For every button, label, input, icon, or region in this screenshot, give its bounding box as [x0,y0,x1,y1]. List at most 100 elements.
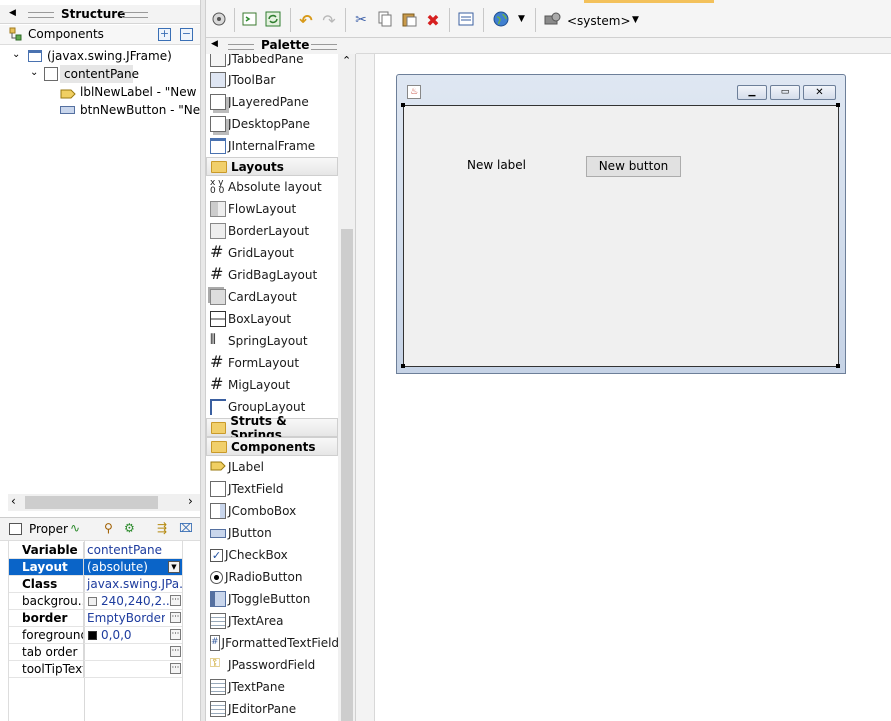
prop-row-tooltip[interactable]: toolTipText ··· [9,661,182,678]
prop-value[interactable]: contentPane [85,542,182,559]
tree-label-node[interactable]: lblNewLabel - "New la [80,85,200,99]
look-and-feel-label[interactable]: <system> [567,14,631,28]
palette-item-borderlayout[interactable]: BorderLayout [206,220,338,242]
palette-item-jcheckbox[interactable]: ✓ JCheckBox [206,544,338,566]
tree-hscrollbar[interactable]: ‹ › [8,494,200,511]
palette-item-jtextpane[interactable]: JTextPane [206,676,338,698]
prop-value[interactable]: 0,0,0 [99,627,169,644]
show-advanced-icon[interactable]: ⚙ [124,521,135,535]
ellipsis-button[interactable]: ··· [170,612,181,623]
dropdown-arrow-icon[interactable]: ▼ [168,561,180,573]
scroll-right-icon[interactable]: › [188,494,193,508]
palette-item-jtoolbar[interactable]: JToolBar [206,69,338,91]
prop-row-tab-order[interactable]: tab order ··· [9,644,182,661]
prop-row-layout[interactable]: Layout (absolute) ▼ [9,559,182,576]
palette-item-jtogglebutton[interactable]: JToggleButton [206,588,338,610]
palette-item-jbutton[interactable]: JButton [206,522,338,544]
palette-item-boxlayout[interactable]: BoxLayout [206,308,338,330]
scrollbar-thumb[interactable] [341,229,353,721]
chevron-down-icon[interactable]: ▼ [632,15,639,25]
content-pane[interactable]: New label New button [403,105,839,367]
convert-local-icon[interactable]: ⇶ [157,521,167,535]
palette-item-jcombobox[interactable]: JComboBox [206,500,338,522]
copy-button[interactable] [374,9,396,31]
prop-value[interactable]: EmptyBorder [85,610,165,627]
tree-content-pane[interactable]: contentPane [64,67,139,81]
close-button[interactable]: ✕ [803,85,836,100]
palette-item-jlayeredpane[interactable]: JLayeredPane [206,91,338,113]
palette-item-gridlayout[interactable]: # GridLayout [206,242,338,264]
ellipsis-button[interactable]: ··· [170,595,181,606]
palette-item-jtabbedpane[interactable]: JTabbedPane [206,54,338,70]
collapse-left-icon[interactable]: ◀ [9,8,16,18]
palette-item-flowlayout[interactable]: FlowLayout [206,198,338,220]
maximize-button[interactable]: ▭ [770,85,800,100]
prop-value[interactable]: javax.swing.JPa... [85,576,182,593]
tab-order-button[interactable] [455,9,477,31]
prop-row-border[interactable]: border EmptyBorder ··· [9,610,182,627]
palette-item-formlayout[interactable]: # FormLayout [206,352,338,374]
palette-item-springlayout[interactable]: ⫴ SpringLayout [206,330,338,352]
look-and-feel-button[interactable] [542,9,564,31]
prop-value[interactable] [85,661,182,678]
selection-handle[interactable] [836,364,840,368]
new-label[interactable]: New label [467,158,526,172]
palette-item-jlabel[interactable]: JLabel [206,456,338,478]
palette-item-cardlayout[interactable]: CardLayout [206,286,338,308]
palette-category-struts[interactable]: Struts & Springs [206,414,338,442]
palette-item-jformattedtextfield[interactable]: # JFormattedTextField [206,632,338,654]
palette-item-jtextarea[interactable]: JTextArea [206,610,338,632]
generate-code-button[interactable] [239,9,261,31]
palette-item-jradiobutton[interactable]: JRadioButton [206,566,338,588]
refresh-button[interactable] [262,9,284,31]
tree-frame[interactable]: (javax.swing.JFrame) [47,49,172,63]
prop-value[interactable]: 240,240,2... [99,593,169,610]
palette-item-jinternalframe[interactable]: JInternalFrame [206,135,338,157]
palette-item-gridbaglayout[interactable]: # GridBagLayout [206,264,338,286]
ellipsis-button[interactable]: ··· [170,663,181,674]
palette-vscrollbar[interactable]: ⌃ [338,54,355,721]
cut-button[interactable]: ✂ [350,9,372,31]
delete-button[interactable]: ✖ [422,9,444,31]
collapse-palette-icon[interactable]: ◀ [211,39,218,49]
tree-button-node[interactable]: btnNewButton - "New [80,103,200,117]
externalize-strings-button[interactable] [490,9,512,31]
prop-row-foreground[interactable]: foreground 0,0,0 ··· [9,627,182,644]
palette-item-jtextfield[interactable]: JTextField [206,478,338,500]
prop-row-background[interactable]: backgrou... 240,240,2... ··· [9,593,182,610]
redo-button[interactable]: ↷ [318,9,340,31]
scrollbar-thumb[interactable] [25,496,158,509]
selection-handle[interactable] [836,103,840,107]
palette-item-absolute-layout[interactable]: x y0 0 Absolute layout [206,176,338,198]
palette-item-jdesktoppane[interactable]: JDesktopPane [206,113,338,135]
palette-item-jeditorpane[interactable]: JEditorPane [206,698,338,720]
new-button[interactable]: New button [586,156,681,177]
scroll-left-icon[interactable]: ‹ [11,494,16,508]
chevron-down-icon[interactable]: ⌄ [30,67,38,78]
paste-button[interactable] [398,9,420,31]
expand-all-icon[interactable]: + [158,28,171,41]
show-events-icon[interactable]: ∿ [70,521,80,535]
palette-category-layouts[interactable]: Layouts [206,157,338,176]
prop-value[interactable] [85,644,182,661]
palette-category-components[interactable]: Components [206,437,338,456]
test-preview-button[interactable] [208,9,230,31]
palette-item-miglayout[interactable]: # MigLayout [206,374,338,396]
selection-handle[interactable] [401,103,405,107]
minimize-button[interactable]: ▁ [737,85,767,100]
collapse-all-icon[interactable]: − [180,28,193,41]
ellipsis-button[interactable]: ··· [170,646,181,657]
chevron-down-icon[interactable]: ▼ [518,14,525,24]
palette-item-jpasswordfield[interactable]: ⚿ JPasswordField [206,654,338,676]
goto-definition-icon[interactable]: ⚲ [104,521,113,535]
chevron-down-icon[interactable]: ⌄ [12,49,20,60]
globe-icon [493,11,509,30]
scroll-up-icon[interactable]: ⌃ [342,54,351,67]
restore-default-icon[interactable]: ⌧ [179,521,193,535]
ellipsis-button[interactable]: ··· [170,629,181,640]
selection-handle[interactable] [401,364,405,368]
prop-row-class[interactable]: Class javax.swing.JPa... [9,576,182,593]
undo-button[interactable]: ↶ [295,9,317,31]
jframe-window[interactable]: ♨ ▁ ▭ ✕ New label New button [396,74,846,374]
prop-row-variable[interactable]: Variable contentPane [9,542,182,559]
